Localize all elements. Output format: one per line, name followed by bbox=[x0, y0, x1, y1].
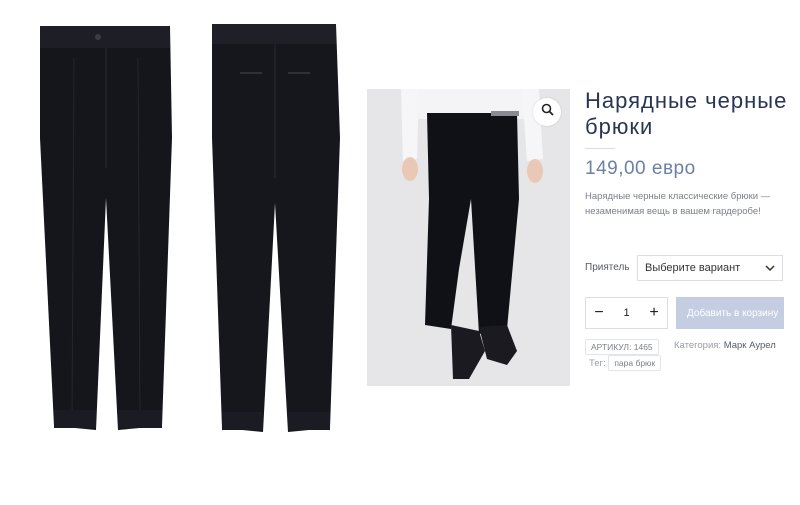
category-link[interactable]: Марк Аурел bbox=[724, 340, 776, 351]
product-description: Нарядные черные классические брюки — нез… bbox=[585, 191, 771, 217]
product-image-model[interactable] bbox=[367, 89, 570, 386]
sku-label: АРТИКУЛ: bbox=[591, 342, 632, 352]
sku-chip: АРТИКУЛ: 1465 bbox=[585, 339, 659, 355]
quantity-value[interactable]: 1 bbox=[623, 307, 629, 319]
chevron-down-icon bbox=[764, 262, 776, 277]
product-image-front[interactable] bbox=[30, 18, 180, 448]
sku-row: АРТИКУЛ: 1465 bbox=[585, 339, 659, 355]
tags-label: Тег: bbox=[589, 358, 606, 369]
sku-value: 1465 bbox=[633, 342, 653, 352]
quantity-decrease-button[interactable]: − bbox=[586, 298, 612, 328]
title-divider bbox=[585, 148, 615, 149]
quantity-increase-button[interactable]: + bbox=[641, 298, 667, 328]
variant-select-value: Выберите вариант bbox=[645, 262, 741, 274]
variant-label: Приятель bbox=[585, 262, 630, 273]
product-price: 149,00 евро bbox=[585, 158, 696, 179]
product-image-back[interactable] bbox=[200, 18, 350, 448]
magnifier-icon bbox=[541, 103, 554, 121]
zoom-button[interactable] bbox=[533, 98, 561, 126]
category-row: Категория: Марк Аурел bbox=[674, 340, 776, 351]
tags-row: Тег: пара брюк bbox=[589, 355, 662, 371]
tag-chip[interactable]: пара брюк bbox=[608, 355, 662, 371]
product-title: Нарядные черные брюки bbox=[585, 88, 788, 139]
variant-select[interactable]: Выберите вариант bbox=[637, 255, 783, 281]
add-to-cart-button[interactable]: Добавить в корзину bbox=[676, 297, 784, 329]
quantity-stepper[interactable]: − 1 + bbox=[585, 297, 668, 329]
category-label: Категория: bbox=[674, 340, 722, 351]
